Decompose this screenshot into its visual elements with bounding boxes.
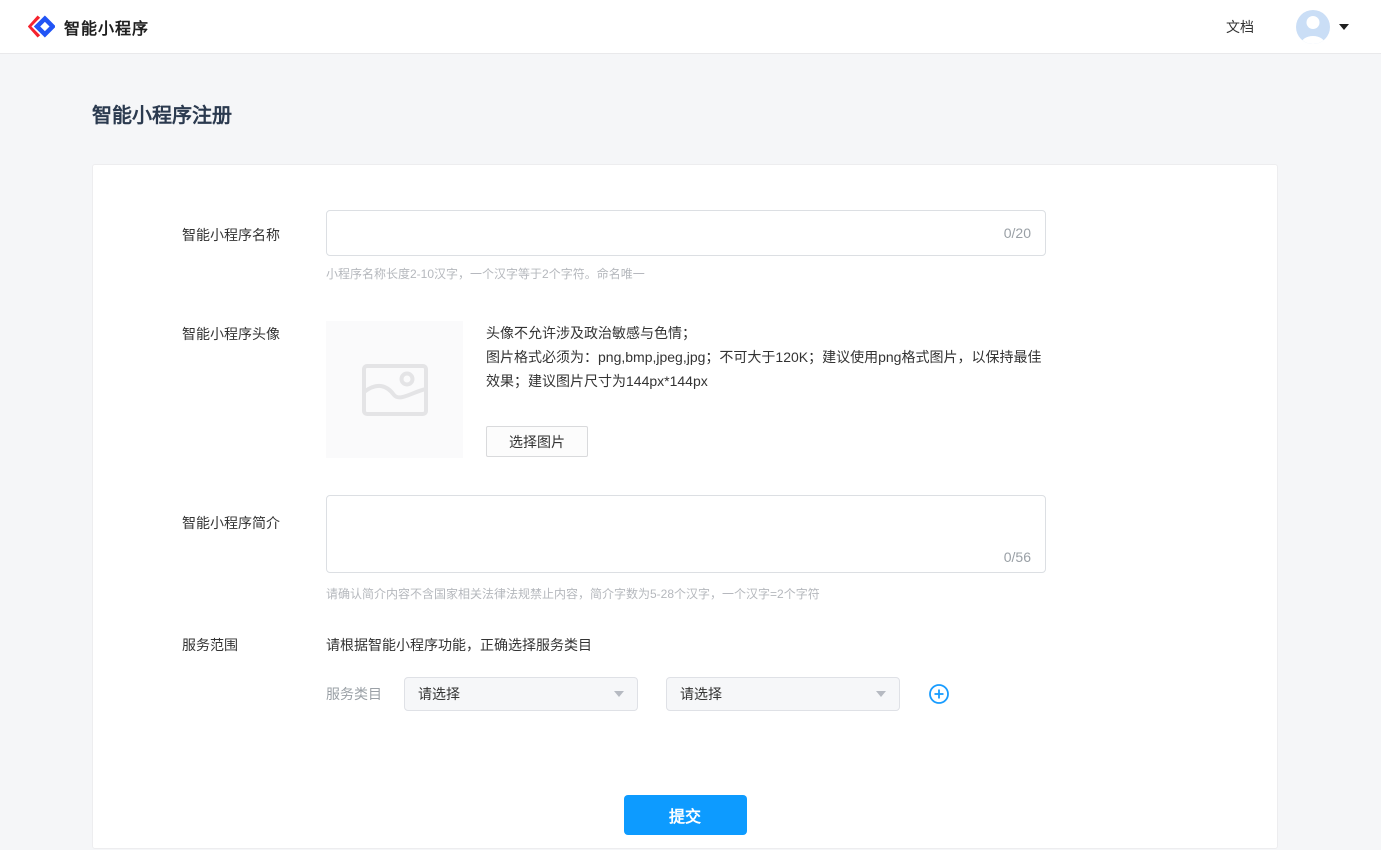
service-category-label: 服务类目 <box>326 684 404 704</box>
name-input[interactable] <box>326 210 1046 256</box>
doc-link[interactable]: 文档 <box>1226 17 1254 37</box>
avatar-field-label: 智能小程序头像 <box>182 321 326 458</box>
smart-program-logo-icon <box>28 13 55 40</box>
chevron-down-icon[interactable] <box>1339 24 1349 30</box>
avatar-rule-line-2: 图片格式必须为：png,bmp,jpeg,jpg；不可大于120K；建议使用pn… <box>486 345 1042 393</box>
user-avatar-icon[interactable] <box>1296 10 1330 44</box>
select-2-value: 请选择 <box>680 684 722 704</box>
add-category-button[interactable] <box>928 683 950 705</box>
name-field-label: 智能小程序名称 <box>182 210 326 282</box>
brand-logo-group[interactable]: 智能小程序 <box>28 13 149 40</box>
top-nav-bar: 智能小程序 文档 <box>0 0 1381 54</box>
header-right-group: 文档 <box>1226 10 1349 44</box>
intro-help-text: 请确认简介内容不含国家相关法律法规禁止内容，简介字数为5-28个汉字，一个汉字=… <box>326 585 1046 602</box>
name-char-counter: 0/20 <box>1004 225 1031 241</box>
page-title: 智能小程序注册 <box>92 99 1381 128</box>
image-placeholder-icon <box>360 362 430 418</box>
select-1-caret-icon <box>614 691 624 697</box>
intro-char-counter: 0/56 <box>1004 549 1031 565</box>
name-field-row: 智能小程序名称 0/20 小程序名称长度2-10汉字，一个汉字等于2个字符。命名… <box>93 210 1277 282</box>
intro-field-row: 智能小程序简介 0/56 请确认简介内容不含国家相关法律法规禁止内容，简介字数为… <box>93 495 1277 602</box>
service-scope-label: 服务范围 <box>182 635 326 711</box>
registration-form-card: 智能小程序名称 0/20 小程序名称长度2-10汉字，一个汉字等于2个字符。命名… <box>92 164 1278 849</box>
service-instruction: 请根据智能小程序功能，正确选择服务类目 <box>326 635 1086 655</box>
choose-image-button[interactable]: 选择图片 <box>486 426 588 457</box>
avatar-field-row: 智能小程序头像 头像不允许涉及政治敏感与色情； 图片格式必须为：png,bmp,… <box>93 321 1277 458</box>
submit-button[interactable]: 提交 <box>624 795 747 835</box>
intro-field-label: 智能小程序简介 <box>182 495 326 602</box>
avatar-upload-preview[interactable] <box>326 321 463 458</box>
intro-textarea[interactable] <box>326 495 1046 573</box>
name-help-text: 小程序名称长度2-10汉字，一个汉字等于2个字符。命名唯一 <box>326 265 1046 282</box>
user-menu[interactable] <box>1296 10 1349 44</box>
avatar-rule-line-1: 头像不允许涉及政治敏感与色情； <box>486 321 1042 345</box>
circle-plus-icon <box>928 683 950 705</box>
select-2-caret-icon <box>876 691 886 697</box>
select-1-value: 请选择 <box>418 684 460 704</box>
service-category-select-1[interactable]: 请选择 <box>404 677 638 711</box>
brand-name: 智能小程序 <box>64 15 149 39</box>
service-scope-row: 服务范围 请根据智能小程序功能，正确选择服务类目 服务类目 请选择 请选择 <box>93 635 1277 711</box>
service-category-select-2[interactable]: 请选择 <box>666 677 900 711</box>
